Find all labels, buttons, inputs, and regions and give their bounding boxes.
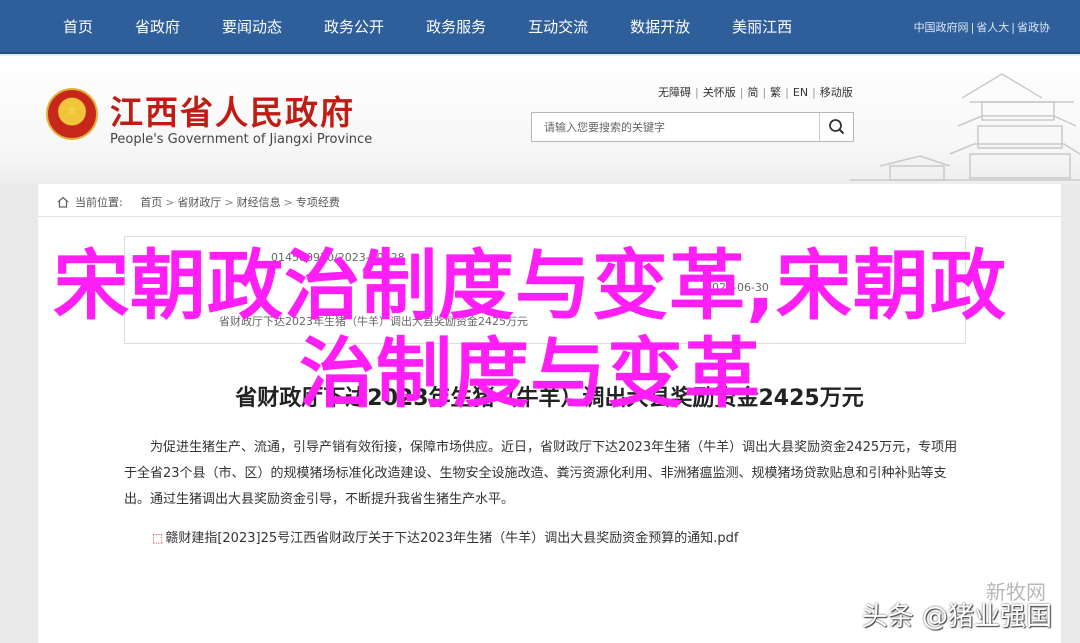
home-icon bbox=[57, 196, 69, 208]
link-simplified[interactable]: 简 bbox=[747, 86, 758, 99]
link-provincial-congress[interactable]: 省人大 bbox=[974, 21, 1011, 34]
watermark-toutiao: 头条 @猪业强国 bbox=[861, 602, 1052, 632]
breadcrumb-item-home[interactable]: 首页 bbox=[140, 196, 162, 209]
attachment-link[interactable]: ⬚ 赣财建指[2023]25号江西省财政厅关于下达2023年生猪（牛羊）调出大县奖… bbox=[152, 527, 738, 546]
main-menu: 首页 省政府 要闻动态 政务公开 政务服务 互动交流 数据开放 美丽江西 bbox=[40, 0, 811, 54]
breadcrumb-item-finance-dept[interactable]: 省财政厅 bbox=[177, 196, 221, 209]
external-links: 中国政府网 | 省人大 | 省政协 bbox=[912, 21, 1052, 34]
nav-government-services[interactable]: 政务服务 bbox=[403, 0, 505, 54]
article-body: 为促进生猪生产、流通，引导产销有效衔接，保障市场供应。近日，省财政厅下达2023… bbox=[124, 435, 970, 513]
link-accessibility[interactable]: 无障碍 bbox=[658, 86, 691, 99]
site-subtitle: People's Government of Jiangxi Province bbox=[110, 132, 373, 147]
site-header: ★ 江西省人民政府 People's Government of Jiangxi… bbox=[0, 56, 1080, 184]
search-icon bbox=[829, 119, 845, 135]
nav-open-data[interactable]: 数据开放 bbox=[607, 0, 709, 54]
nav-interaction[interactable]: 互动交流 bbox=[505, 0, 607, 54]
breadcrumb-item-special-funds[interactable]: 专项经费 bbox=[296, 196, 340, 209]
search-input[interactable] bbox=[532, 113, 818, 141]
nav-news[interactable]: 要闻动态 bbox=[199, 0, 301, 54]
link-china-gov[interactable]: 中国政府网 bbox=[912, 21, 971, 34]
search-button[interactable] bbox=[819, 113, 853, 141]
attachment-name[interactable]: 赣财建指[2023]25号江西省财政厅关于下达2023年生猪（牛羊）调出大县奖励… bbox=[165, 531, 738, 546]
nav-beautiful-jiangxi[interactable]: 美丽江西 bbox=[709, 0, 811, 54]
breadcrumb-item-finance-info[interactable]: 财经信息 bbox=[237, 196, 281, 209]
divider bbox=[38, 216, 1061, 217]
overlay-headline: 宋朝政治制度与变革,宋朝政治制度与变革 bbox=[53, 241, 1007, 418]
nav-public-affairs[interactable]: 政务公开 bbox=[301, 0, 403, 54]
link-care-version[interactable]: 关怀版 bbox=[703, 86, 736, 99]
link-traditional[interactable]: 繁 bbox=[770, 86, 781, 99]
search-box bbox=[531, 112, 854, 142]
pavilion-illustration bbox=[850, 73, 1080, 181]
breadcrumb: 当前位置: 首页 > 省财政厅 > 财经信息 > 专项经费 bbox=[57, 194, 340, 210]
article-paragraph: 为促进生猪生产、流通，引导产销有效衔接，保障市场供应。近日，省财政厅下达2023… bbox=[124, 440, 958, 507]
accessibility-links: 无障碍 | 关怀版 | 简 | 繁 | EN | 移动版 bbox=[658, 86, 853, 99]
link-mobile[interactable]: 移动版 bbox=[820, 86, 853, 99]
nav-home[interactable]: 首页 bbox=[40, 0, 112, 54]
top-navigation-bar: 首页 省政府 要闻动态 政务公开 政务服务 互动交流 数据开放 美丽江西 中国政… bbox=[0, 0, 1080, 54]
nav-province-government[interactable]: 省政府 bbox=[112, 0, 199, 54]
national-emblem-icon: ★ bbox=[46, 88, 98, 140]
link-provincial-cppcc[interactable]: 省政协 bbox=[1015, 21, 1052, 34]
pdf-icon: ⬚ bbox=[152, 531, 164, 545]
link-english[interactable]: EN bbox=[793, 86, 808, 99]
breadcrumb-label: 当前位置: bbox=[75, 196, 123, 209]
site-title[interactable]: 江西省人民政府 bbox=[110, 86, 355, 134]
